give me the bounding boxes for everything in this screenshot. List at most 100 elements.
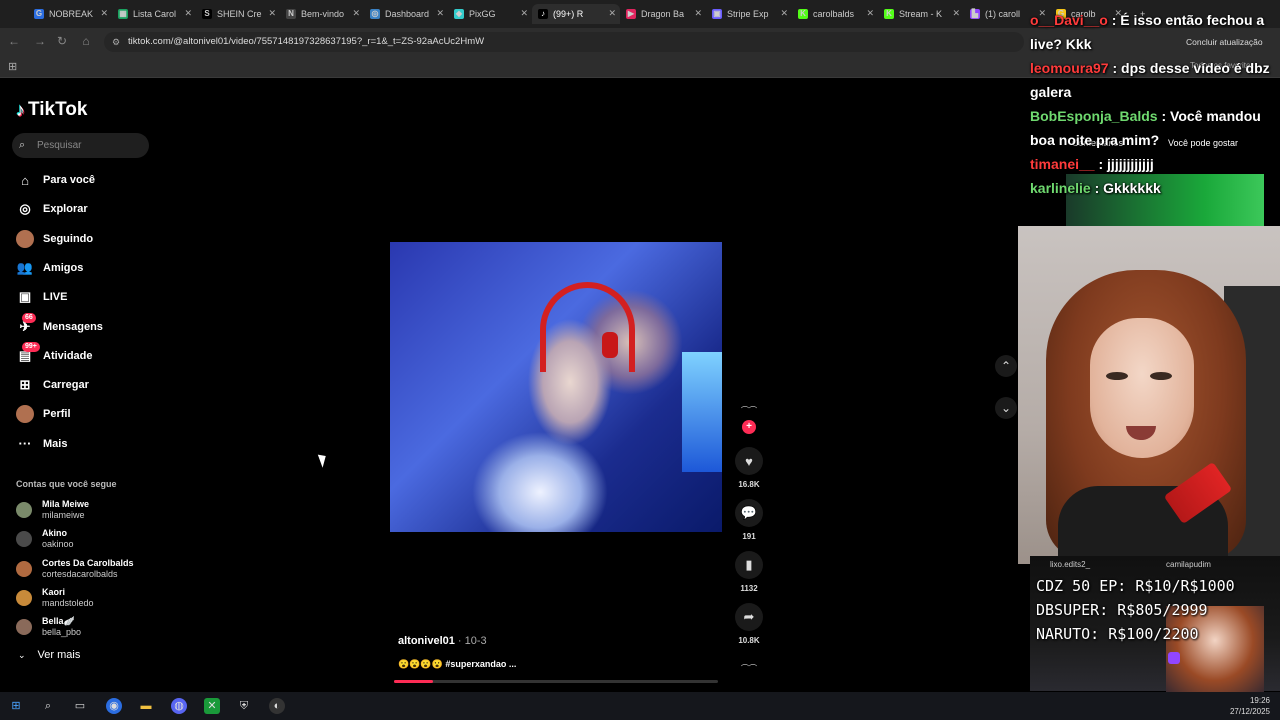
sidebar-item-mensagens[interactable]: ✈ 66 Mensagens	[16, 312, 103, 339]
tab-favicon-icon: N	[286, 9, 296, 19]
account-name: Kaori	[42, 586, 66, 597]
friends-icon: 👥	[16, 259, 34, 275]
sidebar-item-carregar[interactable]: ⊞ Carregar	[16, 373, 89, 397]
bookmark-icon[interactable]: ▮	[735, 551, 763, 579]
back-arrow-icon[interactable]: ←	[6, 34, 22, 48]
next-video-chevron-down-icon[interactable]: ⌄	[995, 397, 1017, 419]
sidebar-item-para-voc-[interactable]: ⌂ Para você	[16, 168, 95, 192]
price-list: CDZ 50 EP: R$10/R$1000 DBSUPER: R$805/299…	[1036, 574, 1280, 646]
tab-close-icon[interactable]: ✕	[268, 8, 276, 19]
video-caption[interactable]: 😮😮😮😮 #superxandao ...	[398, 659, 516, 670]
chat-username: timanei__	[1030, 156, 1095, 172]
browser-tab[interactable]: ◆ PixGG ✕	[448, 4, 532, 24]
sidebar-item-amigos[interactable]: 👥 Amigos	[16, 256, 83, 280]
browser-tab[interactable]: ♪ (99+) R ✕	[532, 4, 620, 24]
follow-plus-button[interactable]: +	[742, 420, 756, 434]
browser-tab[interactable]: N Bem-vindo ✕	[280, 4, 364, 24]
video-player[interactable]	[390, 242, 722, 532]
sidebar-item-explorar[interactable]: ◎ Explorar	[16, 197, 88, 221]
tab-close-icon[interactable]: ✕	[520, 8, 528, 19]
tab-close-icon[interactable]: ✕	[694, 8, 702, 19]
reload-icon[interactable]: ↻	[54, 34, 70, 48]
creator-avatar[interactable]: ⌒⌒	[732, 405, 766, 415]
search-taskbar-icon[interactable]: ⌕	[40, 698, 56, 714]
chat-message: BobEsponja_Balds : Você mandou boa noite…	[1030, 108, 1261, 148]
tab-close-icon[interactable]: ✕	[100, 8, 108, 19]
browser-tab[interactable]: S SHEIN Cre ✕	[196, 4, 280, 24]
chat-message: timanei__ : jjjjjjjjjjjj	[1030, 156, 1154, 172]
sidebar-item-label: Carregar	[43, 379, 89, 392]
followed-account[interactable]: Akino oakinoo	[16, 525, 74, 553]
followed-account[interactable]: Cortes Da Carolbalds cortesdacarolbalds	[16, 555, 134, 583]
browser-tab[interactable]: K Stream - K ✕	[878, 4, 964, 24]
obs-icon[interactable]: ◐	[269, 698, 285, 714]
previous-video-chevron-up-icon[interactable]: ⌃	[995, 355, 1017, 377]
account-name: Akino	[42, 528, 68, 539]
chat-username: karlinelie	[1030, 180, 1091, 196]
tab-label: Lista Carol	[133, 9, 177, 19]
tiktok-wordmark: TikTok	[28, 99, 88, 120]
video-author[interactable]: altonivel01 · 10-3	[398, 635, 487, 647]
shield-icon[interactable]: ⛨	[236, 698, 252, 714]
home-button-icon[interactable]: ⌂	[78, 34, 94, 48]
tab-label: Stream - K	[899, 9, 943, 19]
tab-close-icon[interactable]: ✕	[866, 8, 874, 19]
sidebar-item-label: Explorar	[43, 203, 88, 216]
comment-icon[interactable]: 💬	[735, 499, 763, 527]
search-input[interactable]: ⌕ Pesquisar	[12, 133, 149, 158]
file-explorer-icon[interactable]: ▬	[138, 698, 154, 714]
video-progress-bar[interactable]	[394, 680, 718, 683]
windows-start-icon[interactable]: ⊞	[8, 698, 24, 714]
author-handle[interactable]: altonivel01	[398, 635, 455, 647]
followed-account[interactable]: Kaori mandstoledo	[16, 584, 94, 612]
task-view-icon[interactable]: ▭	[72, 698, 88, 714]
tab-close-icon[interactable]: ✕	[952, 8, 960, 19]
site-info-icon[interactable]: ⚙	[112, 32, 120, 52]
tab-close-icon[interactable]: ✕	[780, 8, 788, 19]
system-clock[interactable]: 19:26 27/12/2025	[1230, 695, 1270, 717]
discord-icon[interactable]: ◍	[171, 698, 187, 714]
sidebar-item-seguindo[interactable]: ● Seguindo	[16, 227, 93, 251]
browser-tab[interactable]: ▣ Stripe Exp ✕	[706, 4, 792, 24]
tab-label: SHEIN Cre	[217, 9, 262, 19]
browser-tab[interactable]: ▦ Lista Carol ✕	[112, 4, 196, 24]
forward-arrow-icon[interactable]: →	[32, 34, 48, 48]
apps-grid-icon[interactable]: ⊞	[8, 60, 17, 73]
share-action[interactable]: ➦ 10.8K	[735, 603, 763, 645]
chat-username: BobEsponja_Balds	[1030, 108, 1158, 124]
sidebar-item-label: Seguindo	[43, 232, 94, 245]
webcam-eye-left	[1106, 372, 1128, 380]
browser-tab[interactable]: ◎ Dashboard ✕	[364, 4, 448, 24]
browser-tab[interactable]: G NOBREAK ✕	[28, 4, 112, 24]
browser-tab[interactable]: ▶ Dragon Ba ✕	[620, 4, 706, 24]
sidebar-item-live[interactable]: ▣ LIVE	[16, 285, 68, 309]
tab-close-icon[interactable]: ✕	[608, 8, 616, 19]
save-action[interactable]: ▮ 1132	[735, 551, 763, 593]
tab-close-icon[interactable]: ✕	[352, 8, 360, 19]
xbox-icon[interactable]: ✕	[204, 698, 220, 714]
sidebar-item-perfil[interactable]: ● Perfil	[16, 402, 71, 426]
followed-account[interactable]: Mila Meiwe milameiwe	[16, 496, 89, 524]
account-avatar	[16, 560, 32, 577]
chat-username: o__Davi__o	[1030, 12, 1108, 28]
upload-icon: ⊞	[19, 377, 31, 393]
address-bar[interactable]: ⚙ tiktok.com/@altonivel01/video/75571481…	[104, 32, 1024, 52]
tab-label: PixGG	[469, 9, 496, 19]
comment-action[interactable]: 💬 191	[735, 499, 763, 541]
share-count: 10.8K	[738, 636, 760, 645]
see-more-button[interactable]: ⌄ Ver mais	[18, 649, 80, 661]
heart-icon[interactable]: ♥	[735, 447, 763, 475]
profile-avatar-icon: ●	[16, 405, 34, 424]
tab-close-icon[interactable]: ✕	[184, 8, 192, 19]
tiktok-logo[interactable]: ♪ TikTok	[16, 99, 87, 121]
share-icon[interactable]: ➦	[735, 603, 763, 631]
music-disc-icon[interactable]: ⌒⌒	[735, 663, 763, 674]
browser-tab[interactable]: Kcarolbalds ✕	[792, 4, 878, 24]
chrome-icon[interactable]: ◉	[106, 698, 122, 714]
tab-close-icon[interactable]: ✕	[436, 8, 444, 19]
followed-account[interactable]: Bella🪽 bella_pbo	[16, 613, 81, 641]
like-action[interactable]: ♥ 16.8K	[735, 447, 763, 489]
tab-label: Dragon Ba	[641, 9, 685, 19]
sidebar-item-mais[interactable]: ··· Mais	[16, 432, 68, 456]
sidebar-item-atividade[interactable]: ▤ 99+ Atividade	[16, 341, 93, 368]
